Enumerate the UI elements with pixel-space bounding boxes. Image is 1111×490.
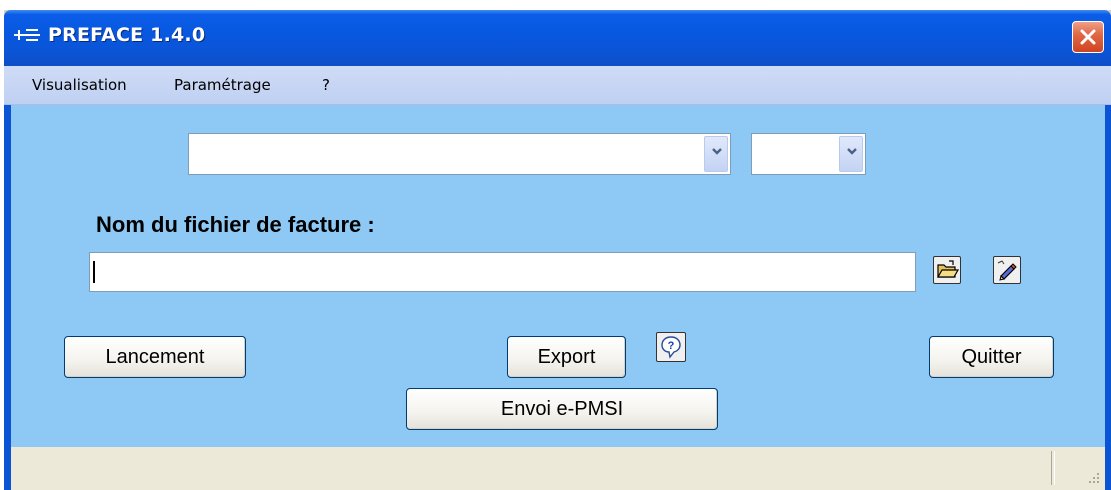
close-icon — [1080, 29, 1096, 45]
invoice-file-input[interactable] — [89, 252, 916, 292]
primary-select-toggle[interactable] — [704, 136, 728, 172]
title-bar[interactable]: PREFACE 1.4.0 — [4, 10, 1111, 66]
app-icon — [14, 29, 40, 41]
chevron-down-icon — [847, 148, 857, 155]
text-caret — [93, 261, 95, 283]
menu-visualisation[interactable]: Visualisation — [32, 76, 127, 94]
export-button[interactable]: Export — [507, 336, 626, 378]
open-folder-icon — [936, 260, 960, 278]
edit-pen-icon — [997, 260, 1017, 281]
secondary-select[interactable] — [751, 133, 866, 175]
launch-button[interactable]: Lancement — [64, 336, 246, 378]
send-epmsi-button[interactable]: Envoi e-PMSI — [406, 388, 718, 430]
menu-help[interactable]: ? — [322, 76, 330, 94]
svg-text:?: ? — [668, 340, 675, 352]
chevron-down-icon — [712, 148, 722, 155]
status-bar — [11, 447, 1105, 490]
help-icon: ? — [661, 336, 681, 359]
edit-button[interactable] — [993, 256, 1021, 284]
menu-parametrage[interactable]: Paramétrage — [174, 76, 271, 94]
window-frame-left — [4, 66, 11, 490]
quit-button[interactable]: Quitter — [929, 336, 1054, 378]
file-name-label: Nom du fichier de facture : — [96, 212, 375, 237]
main-panel: Nom du fichier de facture : Lancement Ex… — [11, 105, 1105, 447]
resize-grip-icon[interactable] — [1087, 471, 1101, 485]
window-title: PREFACE 1.4.0 — [48, 24, 206, 46]
window-frame-right — [1105, 66, 1111, 490]
status-divider — [1051, 451, 1055, 485]
browse-file-button[interactable] — [933, 256, 961, 284]
application-window: PREFACE 1.4.0 Visualisation Paramétrage … — [4, 10, 1111, 490]
menu-bar: Visualisation Paramétrage ? — [4, 66, 1111, 105]
primary-select[interactable] — [188, 133, 731, 175]
secondary-select-toggle[interactable] — [839, 136, 863, 172]
help-button[interactable]: ? — [656, 332, 686, 362]
close-button[interactable] — [1072, 21, 1104, 53]
